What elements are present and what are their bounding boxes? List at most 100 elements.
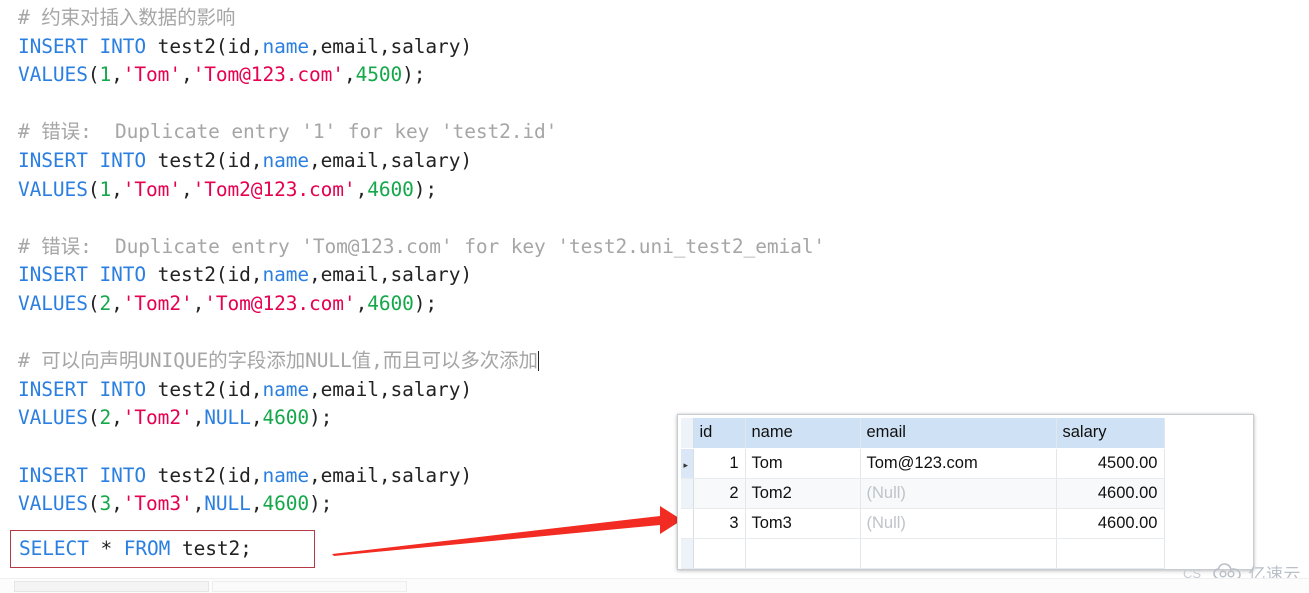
cell-id[interactable]: 2: [693, 478, 746, 509]
code-token-str: 'Tom': [122, 63, 181, 87]
code-token-punc: ,: [192, 291, 205, 315]
current-row-marker-icon: ▸: [683, 459, 689, 470]
code-line: VALUES(1,'Tom','Tom2@123.com',4600);: [18, 176, 1309, 205]
filler-cell: [693, 538, 746, 569]
code-token-ident: ,email,salary): [309, 377, 472, 401]
code-token-punc: ,: [343, 63, 356, 87]
result-grid-table[interactable]: id name email salary ▸ 1 Tom Tom@123.com 450…: [681, 418, 1165, 569]
code-token-str: 'Tom2@123.com': [192, 177, 356, 201]
column-header-name[interactable]: name: [745, 418, 861, 449]
code-token-ident: test2(id,: [146, 463, 263, 487]
code-token-kw: FROM: [123, 537, 171, 560]
code-token-str: 'Tom2': [122, 406, 193, 430]
code-token-punc: ,: [192, 492, 205, 516]
code-token-kw: INSERT INTO: [18, 377, 147, 401]
code-token-num: 2: [99, 291, 112, 315]
code-token-punc: ,: [111, 177, 123, 201]
code-token-punc: ,: [111, 406, 123, 430]
code-line: # 可以向声明UNIQUE的字段添加NULL值,而且可以多次添加: [18, 347, 1309, 376]
code-token-num: 3: [99, 492, 112, 516]
code-token-ident: test2;: [170, 537, 252, 560]
cell-salary[interactable]: 4600.00: [1056, 508, 1165, 539]
column-header-id[interactable]: id: [693, 418, 746, 449]
code-token-punc: );: [402, 63, 426, 87]
cell-email[interactable]: Tom@123.com: [860, 448, 1057, 479]
query-result-panel[interactable]: id name email salary ▸ 1 Tom Tom@123.com 450…: [677, 414, 1254, 570]
code-token-punc: );: [309, 406, 333, 430]
table-row[interactable]: 3 Tom3 (Null) 4600.00: [681, 508, 1165, 539]
code-token-kw: name: [262, 377, 310, 401]
code-token-punc: ,: [355, 177, 368, 201]
code-token-punc: ,: [192, 406, 205, 430]
scrollbar-secondary-thumb[interactable]: [212, 581, 407, 592]
code-line: [18, 90, 1309, 119]
code-token-cmt: # 错误: Duplicate entry '1' for key 'test2…: [18, 120, 558, 144]
code-token-punc: (: [87, 63, 100, 87]
code-token-str: 'Tom@123.com': [204, 291, 356, 315]
code-token-punc: );: [413, 177, 438, 201]
code-token-punc: ,: [111, 291, 123, 315]
code-line: VALUES(1,'Tom','Tom@123.com',4500);: [18, 61, 1309, 90]
code-token-kw: name: [262, 263, 310, 287]
scrollbar-thumb[interactable]: [14, 581, 209, 592]
result-grid-body: ▸ 1 Tom Tom@123.com 4500.00 2 Tom2 (Null) 4600.0…: [681, 448, 1165, 569]
filler-cell: [681, 538, 694, 569]
code-token-punc: ,: [355, 291, 368, 315]
code-token-num: 4600: [367, 291, 414, 315]
code-token-str: 'Tom3': [122, 492, 193, 516]
code-token-cmt: # 可以向声明UNIQUE的字段添加NULL值,而且可以多次添加: [18, 349, 538, 373]
code-token-ident: [112, 537, 124, 560]
code-token-num: 4600: [262, 406, 310, 430]
code-token-kw: VALUES: [18, 406, 88, 430]
cell-email[interactable]: (Null): [860, 508, 1057, 539]
cell-name[interactable]: Tom2: [745, 478, 861, 509]
code-token-kw: INSERT INTO: [18, 263, 147, 287]
cell-name[interactable]: Tom3: [745, 508, 861, 539]
filler-cell: [860, 538, 1057, 569]
code-token-ident: ,email,salary): [309, 148, 472, 172]
code-line: [18, 319, 1309, 348]
table-row[interactable]: ▸ 1 Tom Tom@123.com 4500.00: [681, 448, 1165, 479]
code-line: # 约束对插入数据的影响: [18, 4, 1309, 33]
cell-name[interactable]: Tom: [745, 448, 861, 479]
code-token-punc: ,: [180, 63, 193, 87]
horizontal-scrollbar[interactable]: [0, 578, 1309, 593]
row-gutter-cell[interactable]: ▸: [681, 448, 694, 479]
code-token-kw: name: [262, 34, 310, 58]
code-line: # 错误: Duplicate entry '1' for key 'test2…: [18, 118, 1309, 147]
code-token-ident: test2(id,: [146, 263, 263, 287]
text-cursor: [537, 351, 539, 372]
code-line: # 错误: Duplicate entry 'Tom@123.com' for …: [18, 233, 1309, 262]
column-header-salary[interactable]: salary: [1056, 418, 1165, 449]
code-token-punc: );: [413, 291, 438, 315]
code-token-cmt: # 约束对插入数据的影响: [18, 6, 236, 29]
code-line: VALUES(2,'Tom2','Tom@123.com',4600);: [18, 290, 1309, 319]
row-gutter-cell[interactable]: [681, 478, 694, 509]
column-header-email[interactable]: email: [860, 418, 1057, 449]
row-gutter-cell[interactable]: [681, 508, 694, 539]
cell-id[interactable]: 3: [693, 508, 746, 539]
cell-salary[interactable]: 4600.00: [1056, 478, 1165, 509]
code-token-kw: SELECT: [19, 537, 89, 560]
code-token-kw: NULL: [204, 406, 251, 430]
code-token-punc: (: [87, 492, 100, 516]
code-token-punc: (: [87, 177, 100, 201]
code-token-punc: (: [87, 406, 100, 430]
row-gutter-header: [681, 418, 694, 449]
table-row[interactable]: 2 Tom2 (Null) 4600.00: [681, 478, 1165, 509]
select-statement-highlight-box[interactable]: SELECT * FROM test2;: [10, 530, 315, 568]
cell-email[interactable]: (Null): [860, 478, 1057, 509]
code-token-kw: VALUES: [18, 291, 88, 315]
cell-id[interactable]: 1: [693, 448, 746, 479]
code-token-str: 'Tom2': [122, 291, 193, 315]
code-token-num: 2: [99, 406, 112, 430]
code-token-ident: ,email,salary): [309, 463, 472, 487]
code-token-str: 'Tom@123.com': [192, 63, 344, 87]
code-token-blank: [18, 321, 30, 344]
filler-cell: [1056, 538, 1165, 569]
cell-salary[interactable]: 4500.00: [1056, 448, 1165, 479]
result-grid-header: id name email salary: [681, 418, 1165, 449]
code-token-ident: [89, 537, 101, 560]
code-token-punc: ,: [180, 177, 193, 201]
code-line: [18, 204, 1309, 233]
